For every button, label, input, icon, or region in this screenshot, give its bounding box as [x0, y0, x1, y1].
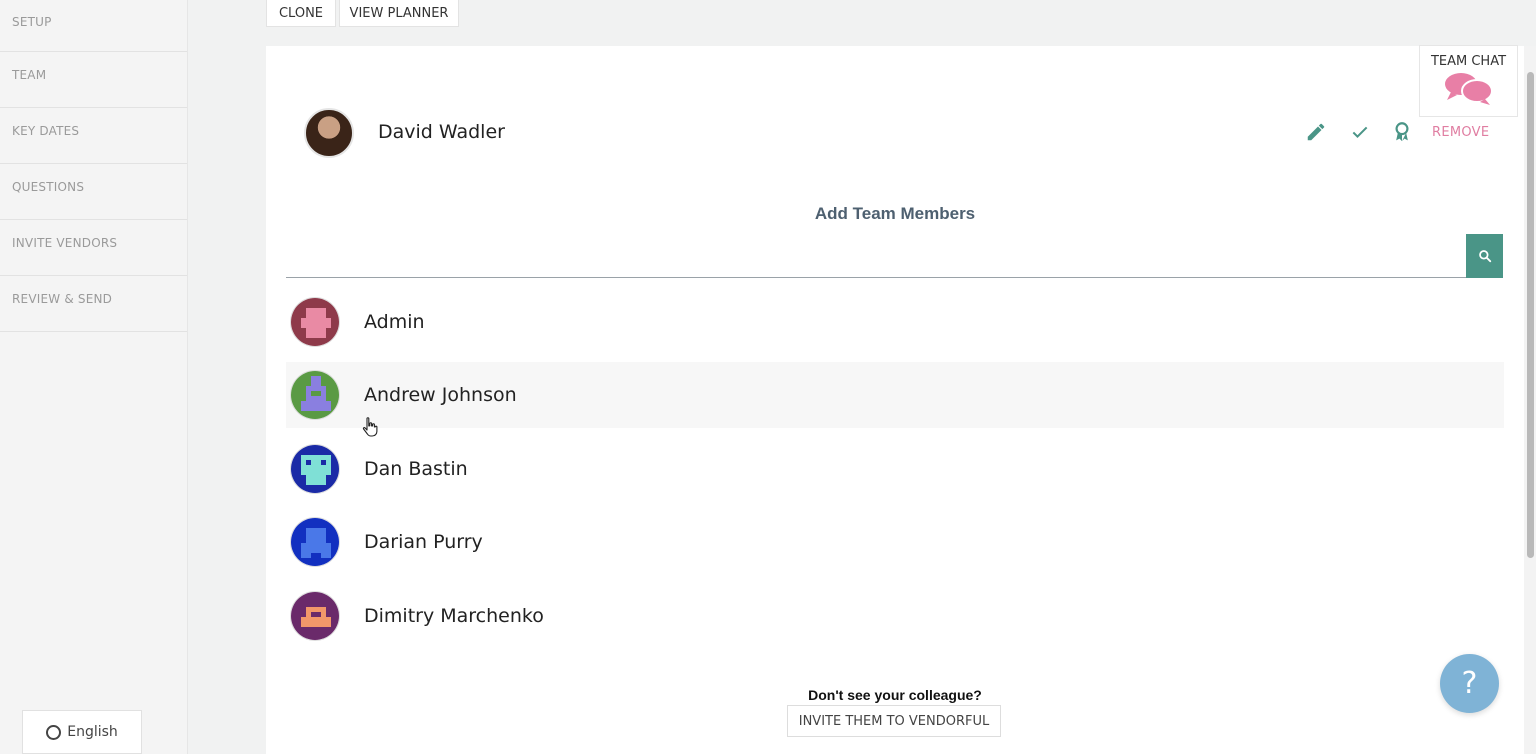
owner-avatar — [304, 108, 354, 158]
hand-cursor-icon — [362, 417, 378, 437]
avatar — [290, 591, 340, 641]
edit-pencil-icon[interactable] — [1302, 118, 1330, 146]
missing-colleague-text: Don't see your colleague? — [808, 687, 982, 703]
sidebar: SETUP TEAM KEY DATES QUESTIONS INVITE VE… — [0, 0, 188, 754]
add-members-title: Add Team Members — [814, 204, 976, 223]
avatar — [290, 444, 340, 494]
remove-link[interactable]: REMOVE — [1432, 125, 1489, 140]
team-chat-button[interactable]: TEAM CHAT — [1419, 45, 1518, 117]
sidebar-item-team[interactable]: TEAM — [0, 52, 187, 108]
page-scrollbar[interactable] — [1524, 46, 1536, 754]
member-name: Admin — [364, 311, 425, 333]
member-name: Dan Bastin — [364, 458, 468, 480]
owner-name: David Wadler — [378, 121, 505, 143]
view-planner-button[interactable]: VIEW PLANNER — [339, 0, 459, 27]
member-name: Darian Purry — [364, 531, 483, 553]
search-button[interactable] — [1466, 234, 1503, 278]
member-row[interactable]: Dan Bastin — [286, 436, 1504, 502]
member-row[interactable]: Darian Purry — [286, 509, 1504, 575]
sidebar-item-invite-vendors[interactable]: INVITE VENDORS — [0, 220, 187, 276]
member-row[interactable]: Admin — [286, 289, 1504, 355]
member-row[interactable]: Dimitry Marchenko — [286, 583, 1504, 649]
language-label: English — [67, 724, 118, 740]
checkmark-icon[interactable] — [1346, 118, 1374, 146]
avatar — [290, 370, 340, 420]
sidebar-item-setup[interactable]: SETUP — [0, 0, 187, 52]
team-panel: David Wadler REMOVE Add Team Members Adm… — [266, 46, 1524, 754]
language-selector[interactable]: English — [22, 710, 142, 754]
clone-button[interactable]: CLONE — [266, 0, 336, 27]
sidebar-item-key-dates[interactable]: KEY DATES — [0, 108, 187, 164]
help-button[interactable]: ? — [1440, 654, 1499, 713]
chat-bubbles-icon — [1444, 73, 1493, 105]
sidebar-item-review-send[interactable]: REVIEW & SEND — [0, 276, 187, 332]
member-row[interactable]: Andrew Johnson — [286, 362, 1504, 428]
member-name: Dimitry Marchenko — [364, 605, 544, 627]
member-search-input[interactable] — [286, 236, 1467, 278]
avatar — [290, 517, 340, 567]
globe-icon — [46, 724, 62, 740]
member-name: Andrew Johnson — [364, 384, 517, 406]
avatar — [290, 297, 340, 347]
scrollbar-thumb[interactable] — [1527, 72, 1534, 558]
invite-colleague-button[interactable]: INVITE THEM TO VENDORFUL — [787, 705, 1001, 737]
ribbon-badge-icon[interactable] — [1388, 118, 1416, 146]
sidebar-item-questions[interactable]: QUESTIONS — [0, 164, 187, 220]
team-chat-label: TEAM CHAT — [1430, 54, 1507, 69]
search-icon — [1478, 250, 1491, 263]
